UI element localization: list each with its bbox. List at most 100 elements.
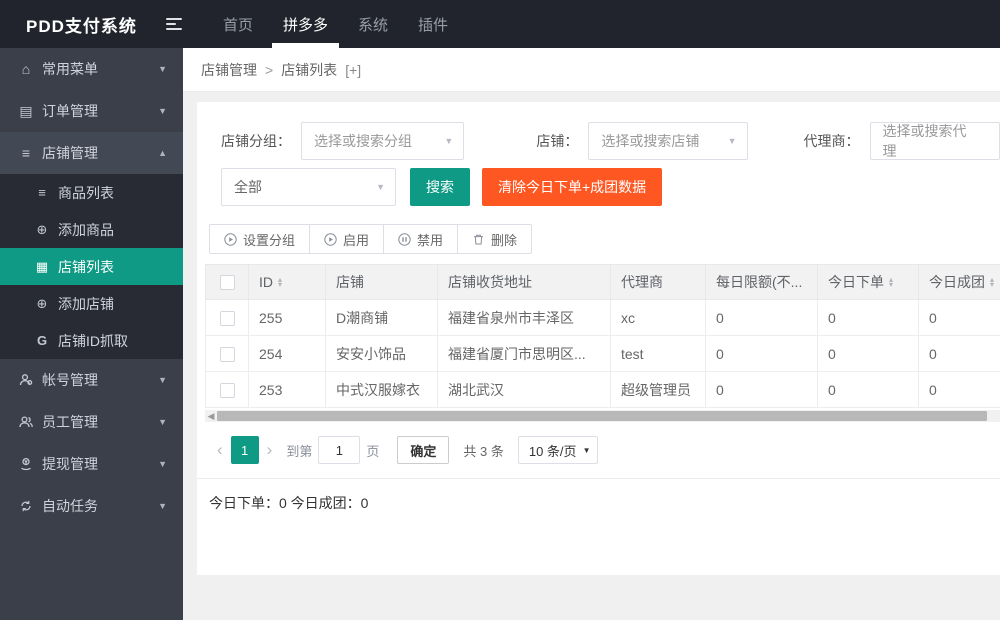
main-content: 店铺管理 > 店铺列表 [+] 店铺分组： 选择或搜索分组 ▼ 店铺： 选择或搜…: [183, 48, 1000, 620]
sidebar-fold-icon[interactable]: [156, 0, 192, 48]
disable-button[interactable]: 禁用: [384, 224, 459, 254]
row-checkbox[interactable]: [219, 310, 235, 326]
button-label: 启用: [343, 232, 370, 248]
cell-id: 253: [248, 371, 326, 408]
refresh-icon: [18, 499, 34, 513]
sidebar-item-add-product[interactable]: ⊕ 添加商品: [0, 211, 183, 248]
chevron-down-icon: ▼: [158, 64, 167, 74]
next-page-icon[interactable]: ›: [259, 440, 281, 460]
search-button[interactable]: 搜索: [410, 168, 470, 206]
column-header-today-orders: 今日下单: [828, 274, 884, 290]
cell-shop: 中式汉服嫁衣: [325, 371, 438, 408]
row-checkbox[interactable]: [219, 382, 235, 398]
button-label: 禁用: [417, 232, 444, 248]
scrollbar-thumb[interactable]: [217, 411, 987, 421]
breadcrumb-add-tab[interactable]: [+]: [345, 62, 361, 78]
total-count-label: 共 3 条: [463, 443, 504, 459]
tab-system[interactable]: 系统: [343, 0, 403, 48]
set-group-button[interactable]: 设置分组: [209, 224, 311, 254]
cell-shop: D潮商铺: [325, 299, 438, 336]
goto-page-input[interactable]: [318, 436, 361, 464]
cell-id: 254: [248, 335, 326, 372]
delete-button[interactable]: 删除: [458, 224, 533, 254]
today-summary: 今日下单：0 今日成团：0: [197, 478, 1000, 513]
breadcrumb-section[interactable]: 店铺管理: [201, 60, 257, 80]
sidebar-item-product-list[interactable]: ≡ 商品列表: [0, 174, 183, 211]
sidebar-item-common-menu[interactable]: ⌂ 常用菜单 ▼: [0, 48, 183, 90]
breadcrumb-separator: >: [265, 61, 274, 78]
tab-pinduoduo[interactable]: 拼多多: [268, 0, 343, 48]
chevron-down-icon: ▼: [158, 106, 167, 116]
sidebar-item-account-management[interactable]: 帐号管理 ▼: [0, 359, 183, 401]
sidebar-item-label: 商品列表: [58, 184, 114, 201]
select-all-checkbox[interactable]: [219, 275, 235, 291]
sidebar-item-order-management[interactable]: ▤ 订单管理 ▼: [0, 90, 183, 132]
shop-list-panel: 店铺分组： 选择或搜索分组 ▼ 店铺： 选择或搜索店铺 ▼ 代理商： 选择或搜索…: [197, 102, 1000, 575]
chevron-up-icon: ▲: [158, 148, 167, 158]
chevron-down-icon: ▼: [582, 445, 591, 455]
table-row: 255 D潮商铺 福建省泉州市丰泽区 xc 0 0 0: [205, 299, 1000, 336]
cell-address: 福建省泉州市丰泽区: [437, 299, 611, 336]
sidebar-item-label: 店铺ID抓取: [58, 332, 128, 349]
cell-daily-limit: 0: [705, 299, 818, 336]
horizontal-scrollbar[interactable]: ◀: [205, 410, 1000, 422]
shop-label: 店铺：: [536, 133, 579, 149]
scroll-left-icon[interactable]: ◀: [205, 410, 217, 422]
sidebar-item-auto-tasks[interactable]: 自动任务 ▼: [0, 485, 183, 527]
sidebar-item-add-shop[interactable]: ⊕ 添加店铺: [0, 285, 183, 322]
users-icon: [18, 415, 34, 429]
select-value: 全部: [234, 179, 262, 195]
page-size-select[interactable]: 10 条/页 ▼: [517, 436, 598, 464]
sidebar-item-label: 自动任务: [42, 498, 98, 514]
sidebar-item-staff-management[interactable]: 员工管理 ▼: [0, 401, 183, 443]
chevron-down-icon: ▼: [158, 417, 167, 427]
cell-daily-limit: 0: [705, 335, 818, 372]
page-size-value: 10 条/页: [528, 443, 577, 459]
sort-icon[interactable]: ▴ ▾: [889, 276, 893, 289]
cell-id: 255: [248, 299, 326, 336]
cell-today-groups: 0: [918, 371, 1000, 408]
breadcrumb-page[interactable]: 店铺列表: [281, 60, 337, 80]
sidebar-item-label: 添加店铺: [58, 295, 114, 312]
sidebar-item-label: 常用菜单: [42, 61, 98, 77]
sidebar-item-shop-management[interactable]: ≡ 店铺管理 ▲: [0, 132, 183, 174]
chevron-down-icon: ▼: [444, 136, 454, 146]
column-header-shop: 店铺: [336, 274, 364, 290]
pagination: ‹ 1 › 到第 页 确定 共 3 条 10 条/页 ▼: [209, 436, 1000, 464]
orders-icon: ▤: [19, 102, 33, 119]
shop-group-select[interactable]: 选择或搜索分组 ▼: [301, 122, 465, 160]
app-logo: PDD支付系统: [26, 16, 137, 36]
sidebar-item-shop-list[interactable]: ▦ 店铺列表: [0, 248, 183, 285]
prev-page-icon[interactable]: ‹: [209, 440, 231, 460]
row-checkbox[interactable]: [219, 346, 235, 362]
capture-icon: G: [36, 333, 48, 348]
cell-address: 福建省厦门市思明区...: [437, 335, 611, 372]
column-header-address: 店铺收货地址: [448, 274, 532, 290]
agent-select[interactable]: 选择或搜索代理: [869, 122, 1000, 160]
status-select[interactable]: 全部 ▼: [221, 168, 396, 206]
page-unit-label: 页: [366, 443, 380, 459]
tab-home[interactable]: 首页: [208, 0, 268, 48]
clear-today-data-button[interactable]: 清除今日下单+成团数据: [482, 168, 663, 206]
cell-today-orders: 0: [817, 335, 919, 372]
column-header-today-groups: 今日成团: [929, 274, 985, 290]
enable-button[interactable]: 启用: [310, 224, 385, 254]
sidebar-item-label: 提现管理: [42, 456, 98, 472]
sort-icon[interactable]: ▴ ▾: [990, 276, 994, 289]
confirm-page-button[interactable]: 确定: [397, 436, 450, 464]
breadcrumb: 店铺管理 > 店铺列表 [+]: [183, 48, 1000, 92]
select-placeholder: 选择或搜索店铺: [601, 133, 700, 149]
cell-agent: 超级管理员: [610, 371, 706, 408]
sidebar-item-shop-id-capture[interactable]: G 店铺ID抓取: [0, 322, 183, 359]
tab-plugins[interactable]: 插件: [403, 0, 463, 48]
sidebar-item-withdraw-management[interactable]: 提现管理 ▼: [0, 443, 183, 485]
sidebar-item-label: 添加商品: [58, 221, 114, 238]
batch-toolbar: 设置分组 启用 禁用 删除: [209, 224, 1000, 254]
sort-icon[interactable]: ▴ ▾: [278, 276, 282, 289]
current-page-button[interactable]: 1: [230, 436, 259, 464]
shops-table: ID ▴ ▾ 店铺 店铺收货地址 代理商 每日限额(不... 今日下单 ▴ ▾ 今日成团…: [205, 264, 1000, 408]
chevron-down-icon: ▼: [158, 375, 167, 385]
shop-select[interactable]: 选择或搜索店铺 ▼: [588, 122, 748, 160]
table-header-row: ID ▴ ▾ 店铺 店铺收货地址 代理商 每日限额(不... 今日下单 ▴ ▾ 今日成团…: [205, 264, 1000, 300]
trash-icon: [474, 234, 484, 244]
